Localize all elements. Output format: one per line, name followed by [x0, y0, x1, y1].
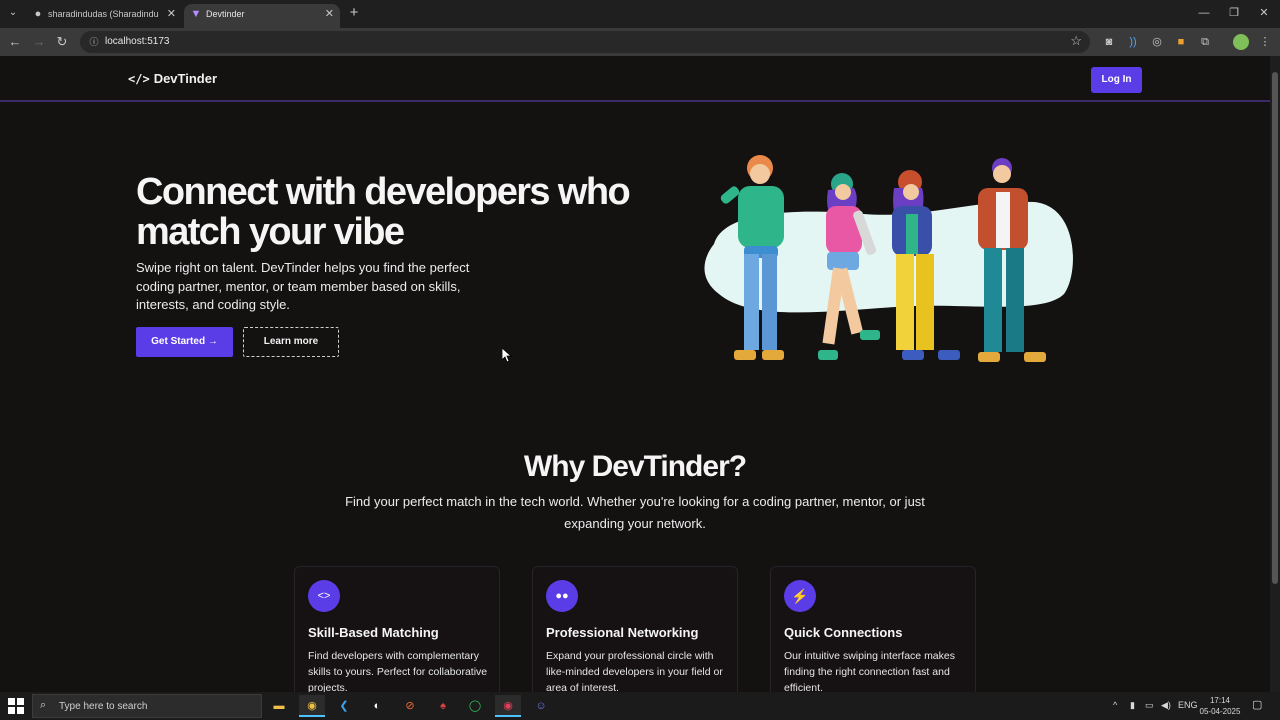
github-icon: ●: [34, 8, 42, 20]
close-tab-icon[interactable]: ✕: [325, 4, 334, 24]
developers-illustration: [704, 155, 1073, 362]
vscode-icon[interactable]: ❮: [331, 695, 357, 717]
taskbar-search-box[interactable]: ⌕ Type here to search: [32, 694, 262, 718]
hero-subtitle: Swipe right on talent. DevTinder helps y…: [136, 260, 470, 312]
postman-icon[interactable]: ⊘: [397, 695, 423, 717]
discord-icon[interactable]: ☺: [528, 695, 554, 717]
search-icon: ⌕: [40, 699, 47, 711]
new-tab-button[interactable]: +: [346, 4, 362, 22]
tab-devtinder[interactable]: ▼ Devtinder ✕: [184, 4, 340, 28]
reload-button[interactable]: ↻: [53, 33, 71, 51]
camera-extension-icon[interactable]: ◙: [1100, 33, 1118, 51]
page-scrollbar[interactable]: [1270, 56, 1280, 692]
network-icon[interactable]: ▭: [1145, 700, 1154, 711]
forward-button[interactable]: →: [30, 33, 48, 51]
logo-text: DevTinder: [153, 71, 218, 86]
mouse-cursor-icon: [502, 348, 512, 362]
volume-icon[interactable]: ◀): [1161, 700, 1171, 711]
hero-title: Connect with developers who match your v…: [136, 171, 631, 253]
address-url: localhost:5173: [105, 36, 170, 47]
extensions-puzzle-icon[interactable]: ⧉: [1196, 33, 1214, 51]
feature-description: Expand your professional circle with lik…: [546, 650, 723, 692]
clock-date: 05-04-2025: [1199, 707, 1241, 716]
notifications-icon[interactable]: ▢: [1252, 698, 1262, 711]
back-button[interactable]: ←: [6, 33, 24, 51]
feature-title: Professional Networking: [546, 625, 699, 640]
close-window-button[interactable]: ✕: [1254, 4, 1274, 22]
code-icon: </>: [128, 72, 150, 86]
feature-title: Quick Connections: [784, 625, 903, 640]
address-bar[interactable]: ⓘ localhost:5173 ☆: [80, 31, 1090, 53]
get-started-button[interactable]: Get Started →: [136, 327, 233, 357]
browser-toolbar: ← → ↻ ⓘ localhost:5173 ☆ ◙ )) ◎ ■ ⧉ ⋮: [0, 28, 1280, 56]
file-explorer-icon[interactable]: ▬: [266, 695, 292, 717]
feature-card: ⚡ Quick Connections Our intuitive swipin…: [770, 566, 976, 692]
feature-card: ●● Professional Networking Expand your p…: [532, 566, 738, 692]
language-indicator[interactable]: ENG: [1178, 700, 1198, 710]
os-taskbar: ⌕ Type here to search ▬ ◉ ❮ ◐ ⊘ ♠ ◯ ◉ ☺ …: [0, 692, 1280, 720]
tab-github[interactable]: ● sharadindudas (Sharadindu Das) ✕: [26, 4, 182, 28]
tray-chevron-icon[interactable]: ^: [1113, 700, 1117, 710]
why-section-subtitle: Find your perfect match in the tech worl…: [345, 494, 925, 531]
tab-search-icon[interactable]: ⌄: [5, 5, 21, 21]
close-tab-icon[interactable]: ✕: [167, 4, 176, 24]
app-icon[interactable]: ◐: [364, 695, 390, 717]
bookmark-star-icon[interactable]: ☆: [1070, 33, 1082, 49]
record-extension-icon[interactable]: ◎: [1148, 33, 1166, 51]
minimize-button[interactable]: —: [1194, 4, 1214, 22]
media-app-icon[interactable]: ◉: [495, 695, 521, 717]
users-icon: ●●: [546, 580, 578, 612]
feature-description: Find developers with complementary skill…: [308, 650, 488, 692]
scrollbar-thumb[interactable]: [1272, 72, 1278, 584]
feature-card: <> Skill-Based Matching Find developers …: [294, 566, 500, 692]
lock-extension-icon[interactable]: ■: [1172, 33, 1190, 51]
login-button[interactable]: Log In: [1091, 67, 1142, 93]
acrobat-icon[interactable]: ♠: [430, 695, 456, 717]
microphone-icon[interactable]: ▮: [1130, 700, 1135, 711]
vite-icon: ▼: [190, 8, 202, 20]
lightning-icon: ⚡: [784, 580, 816, 612]
code-icon: <>: [308, 580, 340, 612]
tab-title: sharadindudas (Sharadindu Das): [48, 9, 158, 19]
site-info-icon[interactable]: ⓘ: [87, 35, 101, 49]
site-navbar: </> DevTinder Log In: [0, 56, 1270, 102]
profile-avatar[interactable]: [1233, 34, 1249, 50]
tab-title: Devtinder: [206, 9, 245, 19]
clock-time: 17:14: [1209, 696, 1231, 705]
restore-button[interactable]: ❐: [1224, 4, 1244, 22]
browser-menu-icon[interactable]: ⋮: [1256, 33, 1274, 51]
whatsapp-icon[interactable]: ◯: [462, 695, 488, 717]
browser-tab-bar: ⌄ ● sharadindudas (Sharadindu Das) ✕ ▼ D…: [0, 0, 1280, 28]
system-clock[interactable]: 17:14 05-04-2025: [1198, 695, 1242, 717]
feature-description: Our intuitive swiping interface makes fi…: [784, 650, 955, 692]
why-section-title: Why DevTinder?: [523, 450, 747, 483]
page-viewport: </> DevTinder Log In Connect with develop…: [0, 56, 1270, 692]
feature-title: Skill-Based Matching: [308, 625, 439, 640]
site-logo[interactable]: </> DevTinder: [128, 71, 217, 86]
chrome-icon[interactable]: ◉: [299, 695, 325, 717]
learn-more-button[interactable]: Learn more: [243, 327, 339, 357]
taskbar-search-placeholder: Type here to search: [59, 701, 148, 712]
audio-extension-icon[interactable]: )): [1124, 33, 1142, 51]
windows-start-icon[interactable]: [8, 698, 24, 714]
